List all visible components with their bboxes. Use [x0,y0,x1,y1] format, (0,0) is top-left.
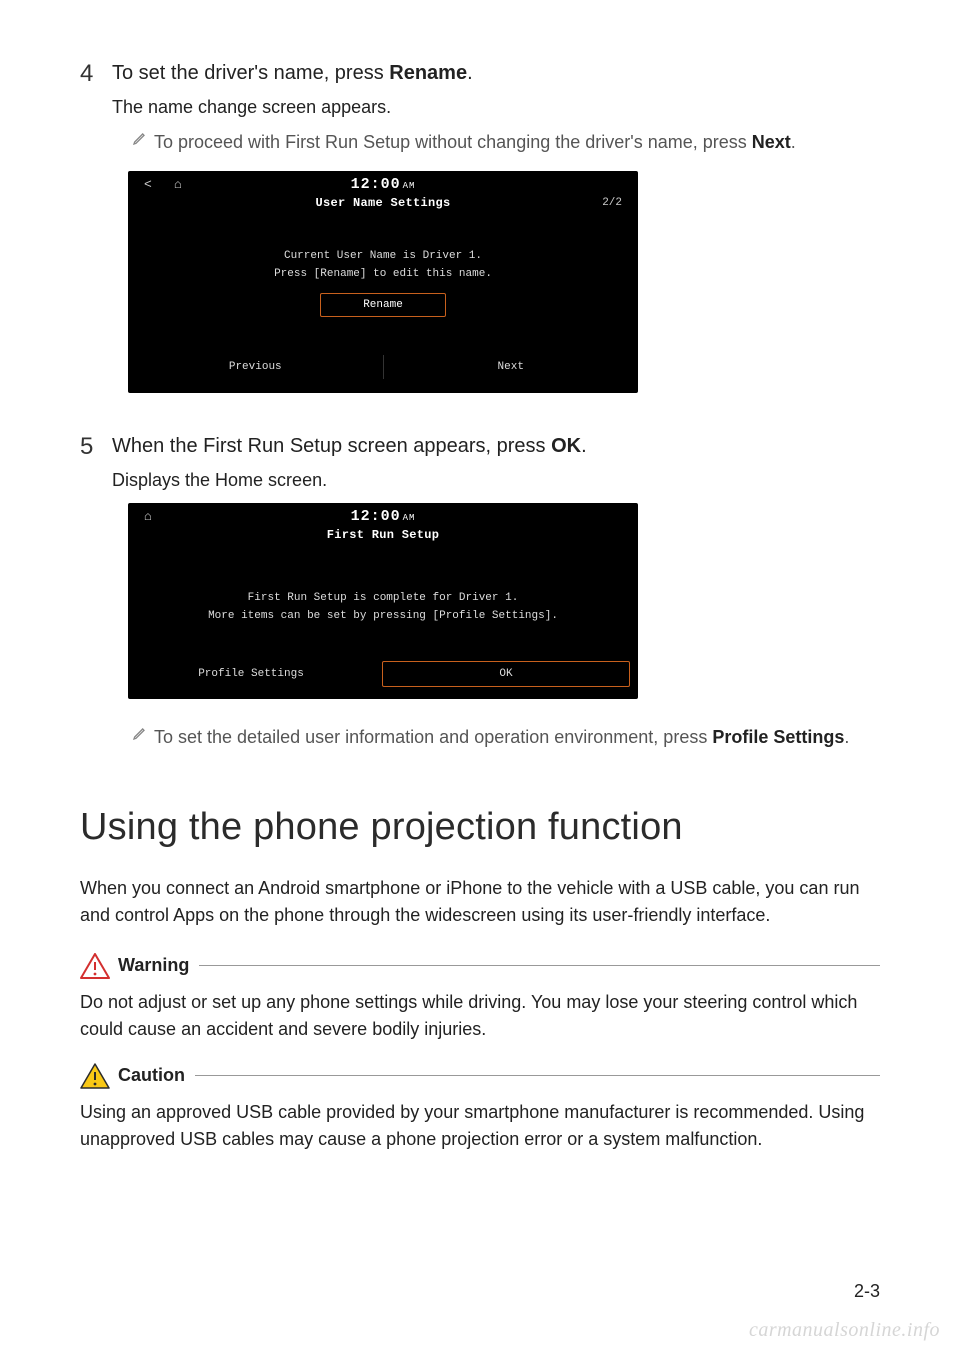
step-title-bold: OK [551,435,581,457]
rename-button[interactable]: Rename [320,293,446,317]
clock: 12:00AM [128,508,638,525]
ok-button[interactable]: OK [382,661,630,687]
step-title: When the First Run Setup screen appears,… [112,433,880,460]
step-body: To set the driver's name, press Rename. … [112,60,880,419]
screenshot-header: < ⌂ 12:00AM [128,171,638,194]
warning-header: Warning [80,953,880,979]
step-title: To set the driver's name, press Rename. [112,60,880,87]
step-subtext: The name change screen appears. [112,97,880,118]
note-pre: To set the detailed user information and… [154,727,712,747]
screenshot-footer: Profile Settings OK [128,656,638,695]
next-button[interactable]: Next [384,355,639,379]
caution-body: Using an approved USB cable provided by … [80,1099,880,1153]
section-heading: Using the phone projection function [80,806,880,849]
manual-page: 4 To set the driver's name, press Rename… [0,0,960,1362]
page-indicator: 2/2 [602,197,622,209]
body-line2: More items can be set by pressing [Profi… [148,608,618,626]
note-bold: Profile Settings [712,727,844,747]
screenshot-title-row: User Name Settings 2/2 [128,194,638,220]
note-row: To proceed with First Run Setup without … [112,130,880,155]
screenshot-title: First Run Setup [327,528,440,542]
watermark: carmanualsonline.info [749,1319,940,1342]
section-intro: When you connect an Android smartphone o… [80,875,880,929]
warning-body: Do not adjust or set up any phone settin… [80,989,880,1043]
step-title-post: . [467,62,473,84]
clock: 12:00AM [128,176,638,193]
step-number: 5 [80,433,112,765]
pencil-note-icon [132,130,154,151]
step-body: When the First Run Setup screen appears,… [112,433,880,765]
note-row: To set the detailed user information and… [112,725,880,750]
warning-triangle-icon [80,953,110,979]
note-bold: Next [752,132,791,152]
clock-suffix: AM [403,513,416,523]
clock-time: 12:00 [351,508,401,525]
note-post: . [844,727,849,747]
step-title-bold: Rename [389,62,467,84]
page-number: 2-3 [854,1281,880,1302]
clock-time: 12:00 [351,176,401,193]
pencil-note-icon [132,725,154,746]
screenshot-footer: Previous Next [128,345,638,389]
screenshot-body: First Run Setup is complete for Driver 1… [128,552,638,655]
screenshot-title: User Name Settings [315,196,450,210]
body-line1: First Run Setup is complete for Driver 1… [148,590,618,608]
note-pre: To proceed with First Run Setup without … [154,132,752,152]
screenshot-body: Current User Name is Driver 1. Press [Re… [128,220,638,345]
step-title-post: . [581,435,587,457]
step-title-pre: When the First Run Setup screen appears,… [112,435,551,457]
step-5: 5 When the First Run Setup screen appear… [80,433,880,765]
previous-button[interactable]: Previous [128,355,383,379]
screenshot-header: ⌂ 12:00AM [128,503,638,526]
clock-suffix: AM [403,181,416,191]
warning-rule [199,965,880,966]
warning-label: Warning [118,955,189,976]
screenshot-title-row: First Run Setup [128,526,638,552]
caution-triangle-icon [80,1063,110,1089]
infotainment-screenshot-firstrun: ⌂ 12:00AM First Run Setup First Run Setu… [128,503,638,698]
profile-settings-button[interactable]: Profile Settings [128,662,374,687]
caution-label: Caution [118,1065,185,1086]
caution-header: Caution [80,1063,880,1089]
infotainment-screenshot-rename: < ⌂ 12:00AM User Name Settings 2/2 Curre… [128,171,638,393]
note-text: To proceed with First Run Setup without … [154,130,796,155]
step-number: 4 [80,60,112,419]
note-post: . [791,132,796,152]
step-title-pre: To set the driver's name, press [112,62,389,84]
step-4: 4 To set the driver's name, press Rename… [80,60,880,419]
caution-rule [195,1075,880,1076]
body-line1: Current User Name is Driver 1. [148,248,618,266]
step-subtext: Displays the Home screen. [112,470,880,491]
note-text: To set the detailed user information and… [154,725,849,750]
body-line2: Press [Rename] to edit this name. [148,266,618,284]
